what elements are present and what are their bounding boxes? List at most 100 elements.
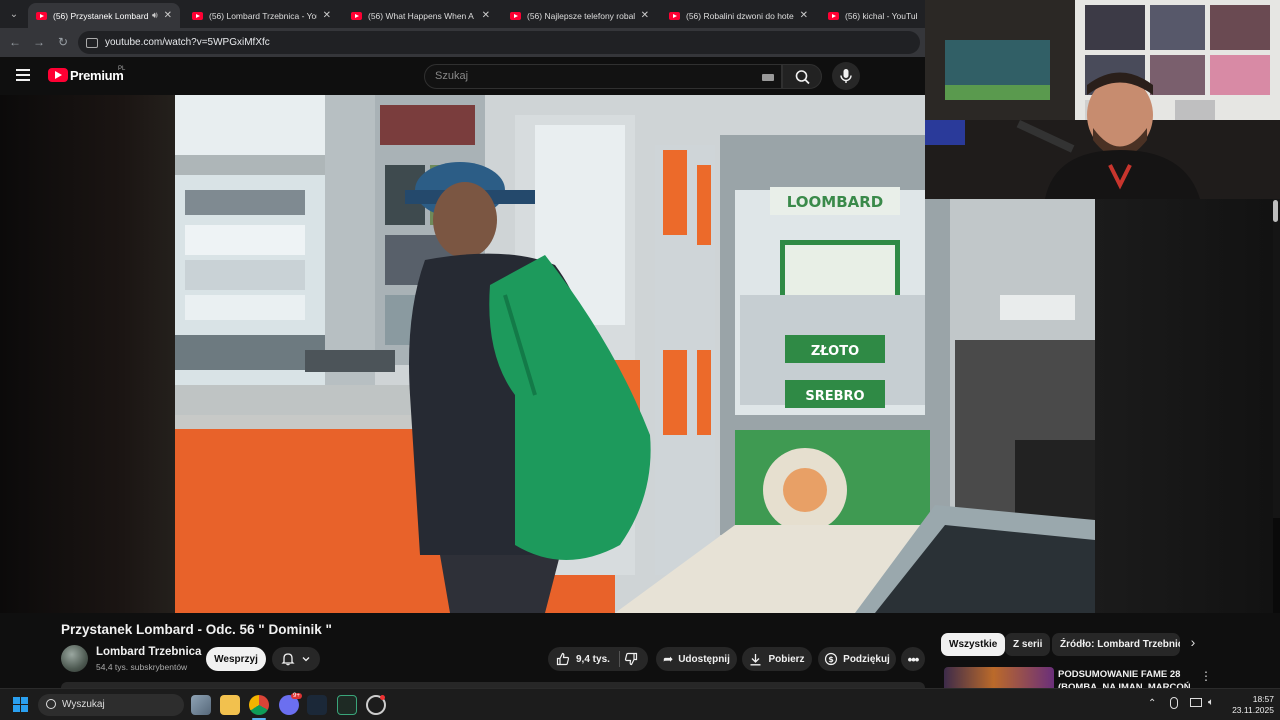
suggestion-thumbnail[interactable] [944,667,1054,688]
tab-title: (56) Robalini dzwoni do hotelu [686,10,794,21]
webcam-overlay [925,0,1280,199]
forward-arrow-icon[interactable]: → [31,34,47,50]
tab-title: (56) kichal - YouTube [845,10,917,21]
address-bar[interactable]: youtube.com/watch?v=5WPGxiMfXfc [78,31,920,54]
like-button[interactable]: 9,4 tys. [556,652,610,666]
volume-icon[interactable]: 🔈︎ [1208,697,1214,708]
download-button[interactable]: Pobierz [742,647,812,671]
channel-avatar[interactable] [61,645,88,672]
task-view-icon[interactable] [191,695,211,715]
search-input[interactable]: Szukaj [424,64,782,89]
scrollbar-thumb[interactable] [1273,200,1278,222]
clock-time: 18:57 [1252,694,1274,704]
video-ambient-right [1095,199,1273,613]
scene-sign-gold: ZŁOTO [811,344,859,359]
download-label: Pobierz [768,653,805,665]
back-arrow-icon[interactable]: ← [7,34,23,50]
tab-item[interactable]: (56) What Happens When A Hu ✕ [343,3,498,28]
more-actions-button[interactable]: ••• [901,647,925,671]
thanks-button[interactable]: $ Podziękuj [818,647,896,671]
file-explorer-icon[interactable] [220,695,240,715]
bell-icon [281,653,295,666]
youtube-favicon-icon [510,11,521,20]
tab-title: (56) Lombard Trzebnica - YouTube [209,10,317,21]
tab-active[interactable]: (56) Przystanek Lombard - O 🔊︎ ✕ [28,3,180,28]
chevron-down-icon [302,657,310,662]
recording-dot [380,695,385,700]
system-clock[interactable]: 18:57 23.11.2025 [1228,694,1274,716]
tab-item[interactable]: (56) Najlepsze telefony robaline ✕ [502,3,657,28]
clock-date: 23.11.2025 [1232,705,1274,715]
tab-title: (56) What Happens When A Hu [368,10,476,21]
download-icon [750,653,761,665]
dislike-button[interactable] [624,652,638,669]
channel-name[interactable]: Lombard Trzebnica [96,646,201,658]
chrome-icon[interactable] [249,695,269,715]
tab-search-button[interactable]: ⌄ [4,4,24,24]
close-icon[interactable]: ✕ [482,10,490,21]
microphone-icon[interactable] [1170,697,1178,709]
like-count: 9,4 tys. [576,653,610,665]
search-icon [795,70,810,85]
microphone-icon [840,69,852,83]
windows-taskbar: Wyszukaj 9+ ⌃ 🔈︎ 18:57 23.11.2025 [0,688,1280,720]
network-icon[interactable] [1190,698,1202,707]
menu-icon[interactable] [16,69,30,81]
webcam-image [925,0,1280,199]
share-button[interactable]: ➦ Udostępnij [656,647,737,671]
tab-item[interactable]: (56) Robalini dzwoni do hotelu ✕ [661,3,816,28]
youtube-brand-label[interactable]: Premium [70,68,124,83]
chip-series[interactable]: Z serii [1005,633,1051,656]
subscriber-count: 54,4 tys. subskrybentów [96,662,188,672]
chip-source[interactable]: Źródło: Lombard Trzebnica [1052,633,1180,656]
close-icon[interactable]: ✕ [800,10,808,21]
share-icon: ➦ [663,652,674,666]
browser-tab-strip: ⌄ (56) Przystanek Lombard - O 🔊︎ ✕ (56) … [0,0,925,28]
steam-icon[interactable] [307,695,327,715]
video-title: Przystanek Lombard - Odc. 56 " Dominik " [61,622,332,637]
tab-item[interactable]: (56) kichal - YouTube [820,3,925,28]
excel-icon[interactable] [337,695,357,715]
voice-search-button[interactable] [832,62,860,90]
tab-item[interactable]: (56) Lombard Trzebnica - YouTube ✕ [184,3,339,28]
close-icon[interactable]: ✕ [323,10,331,21]
scene-sign-lombard: LOOMBARD [787,193,884,211]
keyboard-icon[interactable] [762,74,774,81]
support-button[interactable]: Wesprzyj [206,647,266,671]
notification-bell-button[interactable] [272,647,320,671]
video-ambient-left [0,95,175,613]
scene-sign-silver: SREBRO [805,389,864,404]
close-icon[interactable]: ✕ [641,10,649,21]
thumbs-down-icon [624,652,638,666]
region-label: PL [118,66,126,72]
like-divider [619,651,620,667]
site-info-icon[interactable] [86,37,98,48]
tab-title: (56) Przystanek Lombard - O [53,10,148,21]
like-dislike-group: 9,4 tys. [548,647,648,671]
speaker-icon[interactable]: 🔊︎ [152,10,158,21]
suggestion-menu-icon[interactable]: ⋮ [1200,669,1212,683]
reload-icon[interactable]: ↻ [55,34,71,50]
url-text: youtube.com/watch?v=5WPGxiMfXfc [105,37,270,48]
youtube-favicon-icon [192,11,203,20]
close-icon[interactable]: ✕ [164,10,172,21]
chip-all[interactable]: Wszystkie [941,633,1006,656]
windows-start-icon[interactable] [13,697,29,713]
super-thanks-icon: $ [825,652,838,666]
share-label: Udostępnij [678,653,730,665]
suggestion-title[interactable]: PODSUMOWANIE FAME 28 (BOMBA, NA IMAN, MA… [1058,668,1193,688]
chevron-up-icon[interactable]: ⌃ [1148,698,1156,709]
youtube-logo-icon[interactable] [48,68,68,82]
search-button[interactable] [782,64,822,89]
thumbs-up-icon [556,652,570,666]
taskbar-search-input[interactable]: Wyszukaj [38,694,184,716]
tab-title: (56) Najlepsze telefony robaline [527,10,635,21]
youtube-favicon-icon [669,11,680,20]
youtube-header: Premium PL Szukaj [0,57,925,95]
thanks-label: Podziękuj [843,653,890,665]
youtube-favicon-icon [351,11,362,20]
chevron-right-icon[interactable]: › [1185,634,1201,656]
more-icon: ••• [907,651,920,667]
search-icon [46,699,56,709]
browser-toolbar: ← → ↻ youtube.com/watch?v=5WPGxiMfXfc [0,28,925,57]
